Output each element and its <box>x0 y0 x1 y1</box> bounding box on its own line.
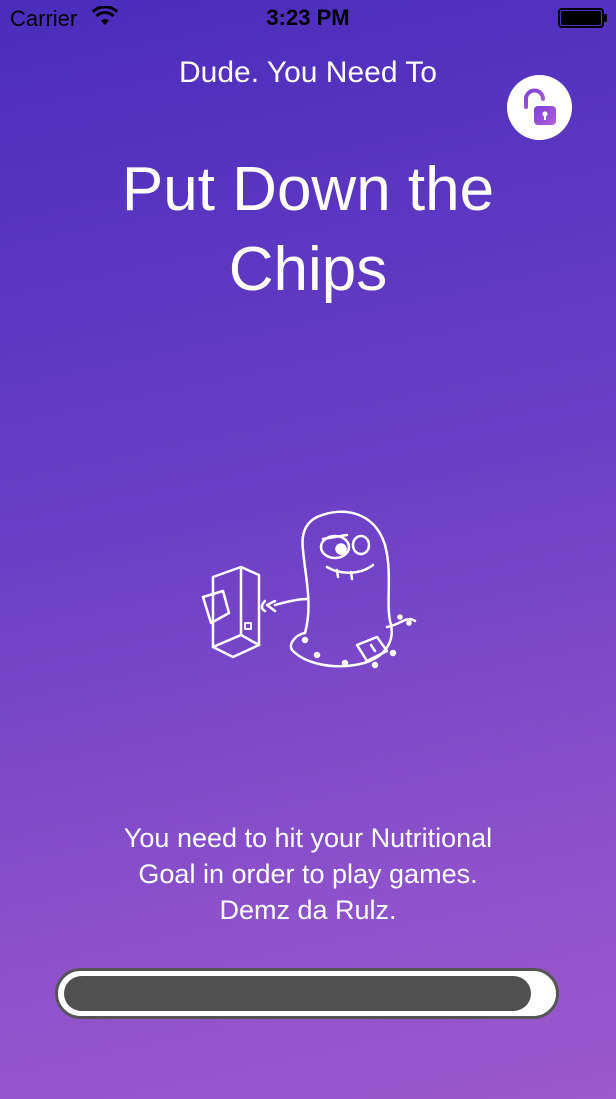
unlock-icon <box>523 88 556 125</box>
title-line-2: Chips <box>228 235 388 304</box>
progress-fill <box>64 976 531 1011</box>
title-line-1: Put Down the <box>121 155 495 224</box>
status-bar: Carrier 3:23 PM <box>0 0 616 36</box>
mascot-illustration <box>201 510 417 669</box>
rules-message: You need to hit your Nutritional Goal in… <box>0 820 616 928</box>
battery-icon <box>558 8 607 28</box>
message-line-3: Demz da Rulz. <box>219 895 397 925</box>
page-title: Put Down the Chips <box>0 150 616 310</box>
message-line-1: You need to hit your Nutritional <box>123 823 493 853</box>
nutrition-progress-bar <box>55 968 559 1019</box>
message-line-2: Goal in order to play games. <box>138 859 478 889</box>
clock: 3:23 PM <box>266 5 350 30</box>
unlock-button[interactable] <box>507 75 572 140</box>
